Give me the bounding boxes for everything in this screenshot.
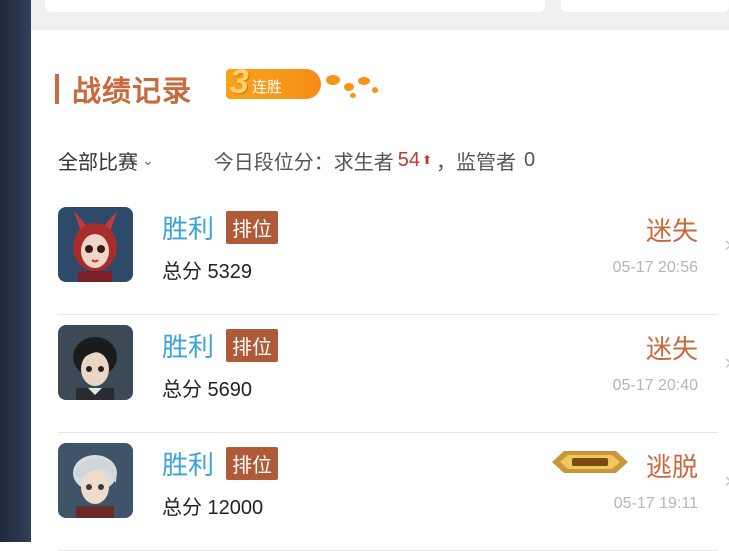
streak-spark [326, 75, 340, 85]
left-rail [0, 0, 31, 542]
streak-count: 3 [230, 63, 249, 101]
chevron-right-icon: › [725, 467, 729, 493]
streak-spark [344, 83, 354, 91]
match-row[interactable]: 胜利 排位 总分 12000 逃脱 05-17 19:11 › [58, 433, 729, 551]
total-score: 总分 5690 [162, 379, 253, 401]
record-panel: 战绩记录 3 连胜 全部比赛 ⌄ 今日段位分：求生者 54 ⬆ ，监管者 0 胜… [31, 0, 729, 551]
summary-mid: ，监管者 [436, 151, 517, 174]
streak-label: 连胜 [252, 79, 283, 96]
match-filter-label: 全部比赛 [58, 151, 138, 174]
total-score: 总分 5329 [162, 261, 253, 283]
chevron-down-icon: ⌄ [142, 151, 154, 168]
match-time: 05-17 19:11 [613, 495, 698, 512]
daily-rank-summary: 今日段位分：求生者 54 ⬆ ，监管者 0 [214, 146, 535, 175]
avatar [58, 207, 133, 282]
top-card [561, 0, 729, 12]
avatar [58, 325, 133, 400]
medal-icon [550, 447, 630, 477]
match-filter-dropdown[interactable]: 全部比赛 ⌄ [58, 146, 154, 175]
match-time: 05-17 20:56 [612, 259, 698, 276]
filter-row: 全部比赛 ⌄ 今日段位分：求生者 54 ⬆ ，监管者 0 [58, 142, 535, 178]
match-row[interactable]: 胜利 排位 总分 5329 迷失 05-17 20:56 › [58, 197, 729, 315]
hunter-score: 0 [524, 148, 536, 171]
chevron-right-icon: › [725, 231, 729, 257]
match-result: 胜利 [162, 450, 215, 480]
match-list: 胜利 排位 总分 5329 迷失 05-17 20:56 › [31, 197, 729, 551]
survivor-score: 54 ⬆ [398, 149, 432, 172]
match-result: 胜利 [162, 332, 215, 362]
win-streak-badge: 3 连胜 [226, 63, 386, 111]
result-line: 胜利 排位 [162, 445, 279, 482]
mode-badge: 排位 [226, 329, 279, 362]
top-card [45, 0, 545, 12]
streak-spark [372, 87, 378, 93]
chevron-right-icon: › [725, 349, 729, 375]
total-score: 总分 12000 [162, 497, 264, 519]
result-line: 胜利 排位 [162, 327, 279, 364]
match-row[interactable]: 胜利 排位 总分 5690 迷失 05-17 20:40 › [58, 315, 729, 433]
section-header: 战绩记录 [55, 69, 192, 109]
match-result: 胜利 [162, 214, 215, 244]
arrow-up-icon: ⬆ [421, 153, 433, 167]
survivor-score-value: 54 [397, 148, 420, 171]
mode-badge: 排位 [226, 211, 279, 244]
result-line: 胜利 排位 [162, 209, 279, 246]
streak-spark [358, 77, 370, 85]
top-strip [31, 0, 729, 30]
match-time: 05-17 20:40 [612, 377, 698, 394]
streak-spark [350, 93, 356, 98]
match-outcome: 迷失 [645, 334, 698, 364]
section-title: 战绩记录 [72, 76, 193, 108]
match-outcome: 迷失 [645, 216, 698, 246]
title-accent-bar [55, 74, 59, 104]
mode-badge: 排位 [226, 447, 279, 480]
avatar [58, 443, 133, 518]
match-outcome: 逃脱 [645, 452, 698, 482]
summary-prefix: 今日段位分：求生者 [213, 151, 394, 174]
